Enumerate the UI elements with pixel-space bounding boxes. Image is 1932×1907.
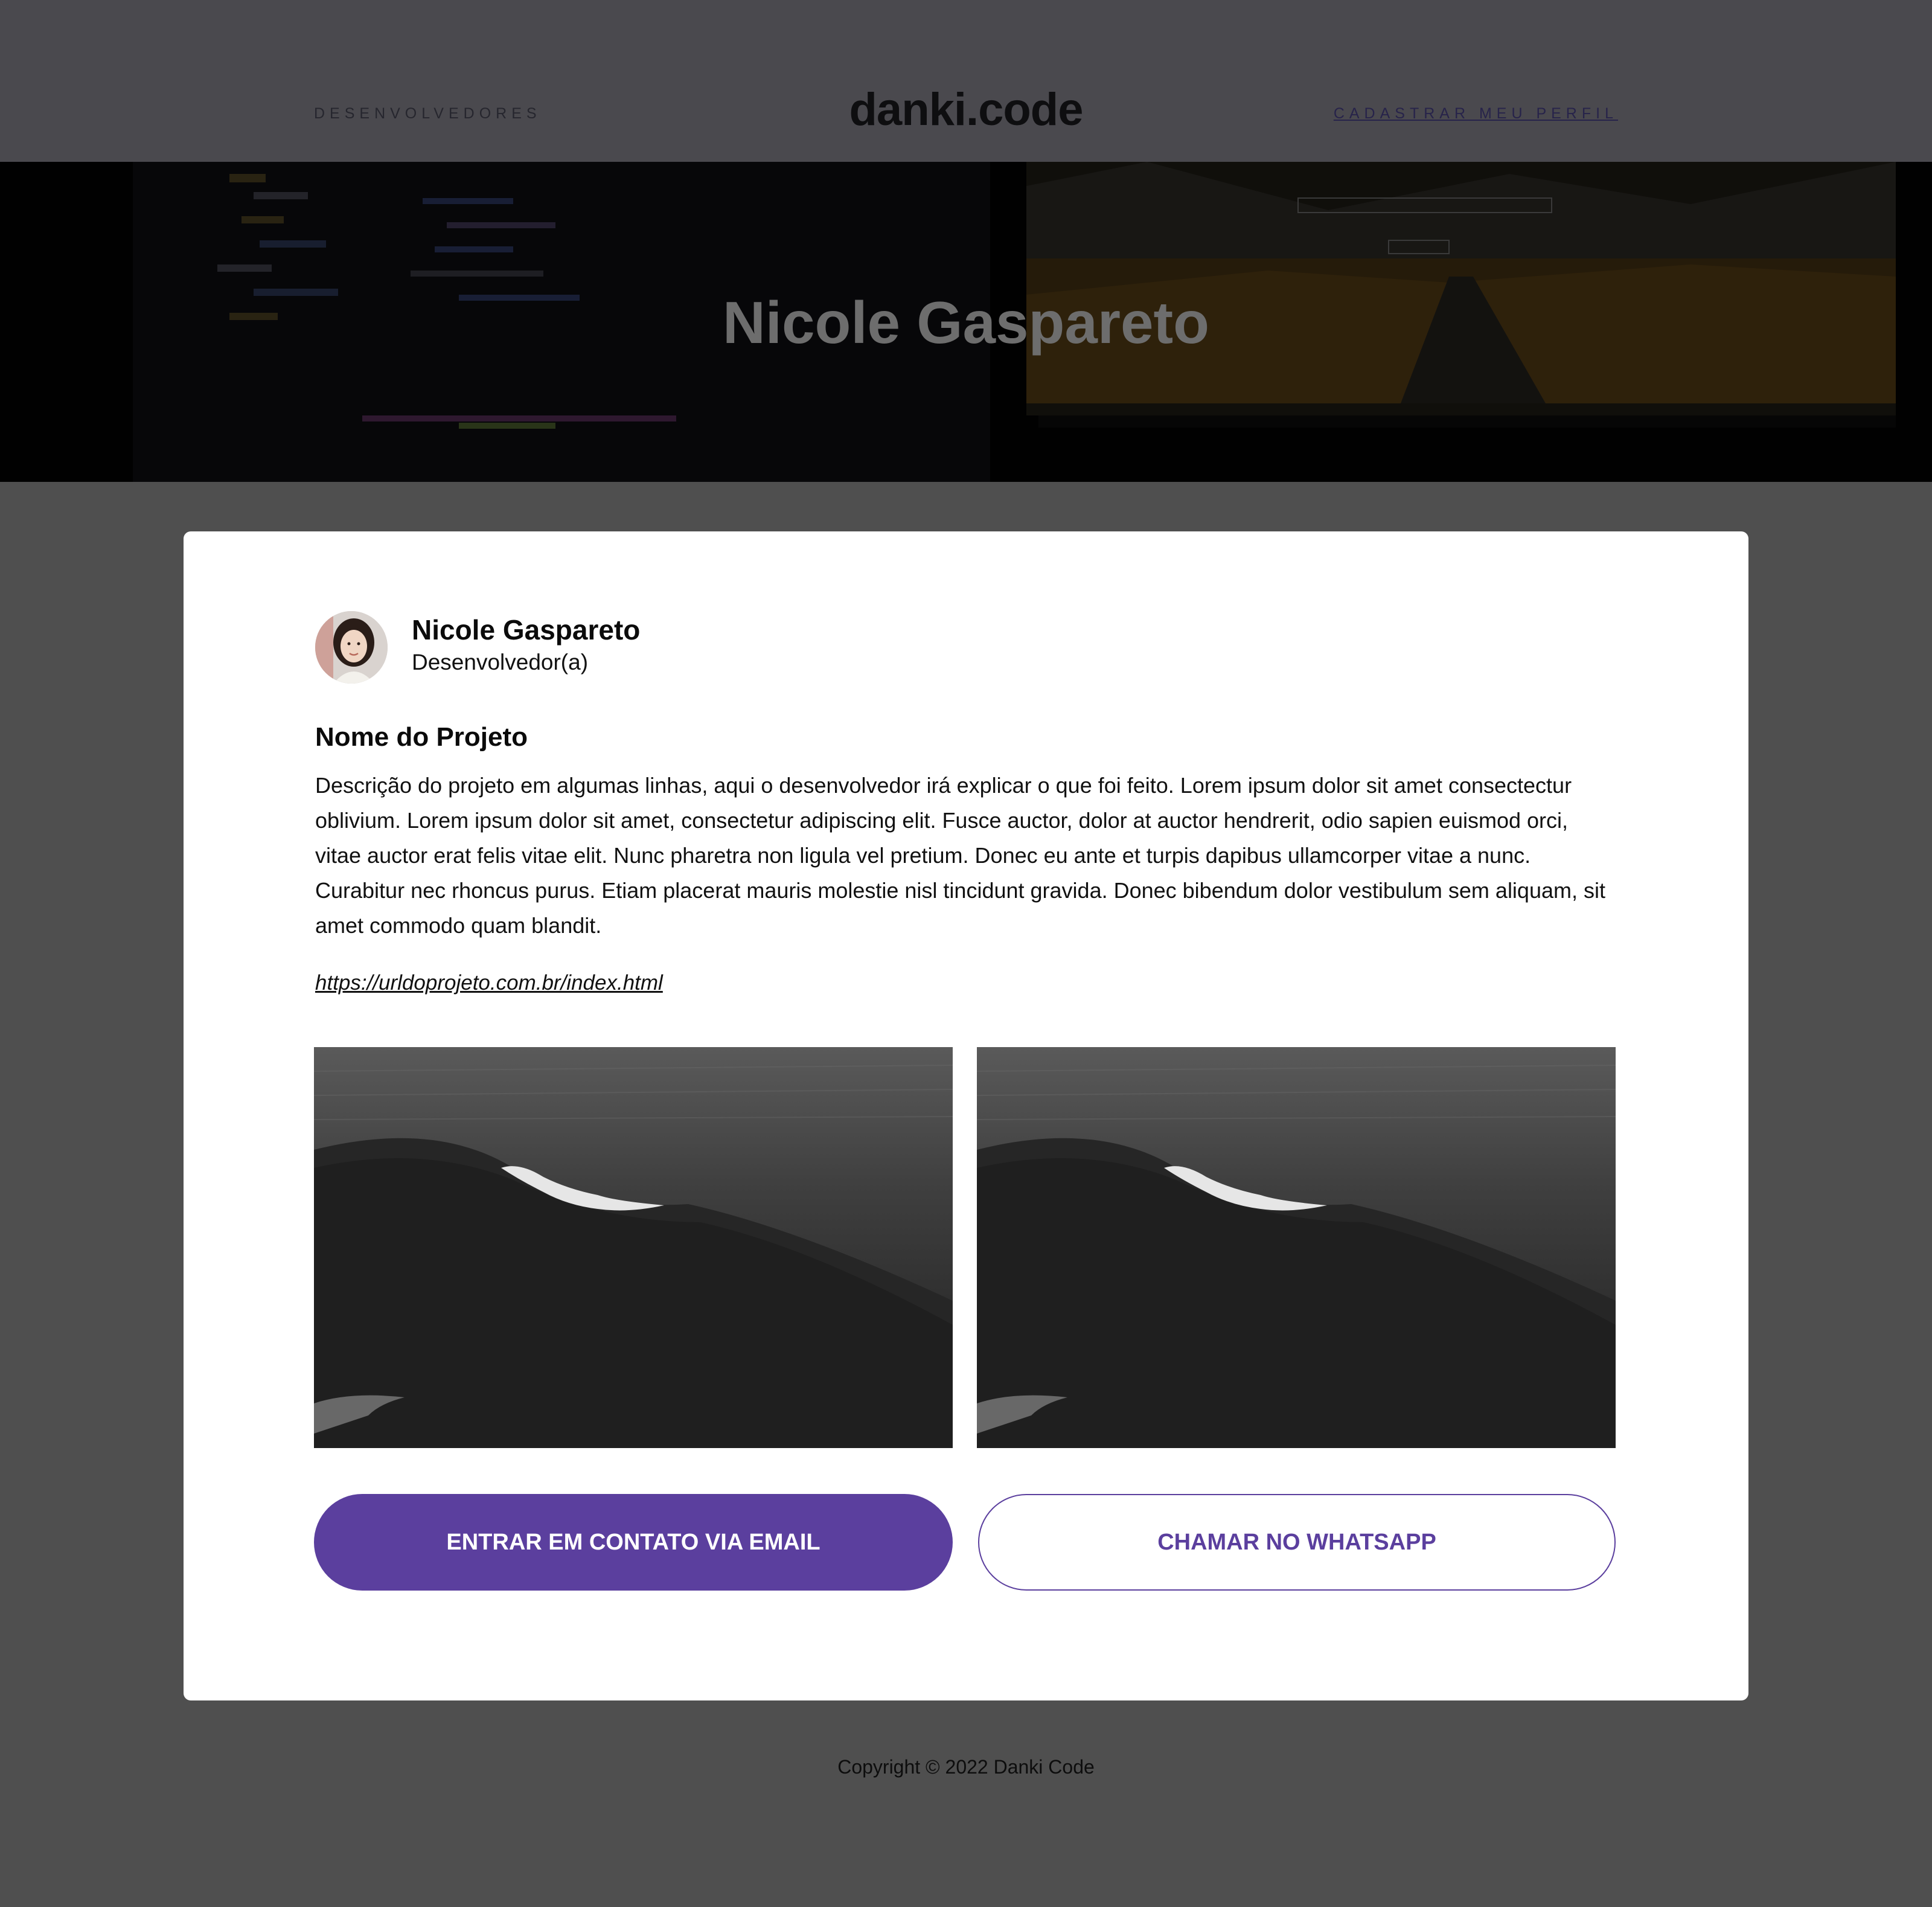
footer-copyright: Copyright © 2022 Danki Code xyxy=(837,1756,1095,1778)
project-card: Nicole Gaspareto Desenvolvedor(a) Nome d… xyxy=(184,531,1748,1700)
project-description: Descrição do projeto em algumas linhas, … xyxy=(315,773,1605,938)
contact-email-button[interactable]: ENTRAR EM CONTATO VIA EMAIL xyxy=(314,1494,953,1591)
developer-name: Nicole Gaspareto xyxy=(412,614,641,646)
developer-avatar xyxy=(315,611,388,684)
brand-logo[interactable]: danki.code xyxy=(0,83,1932,136)
hero-banner: Nicole Gaspareto xyxy=(0,162,1932,482)
hero-title: Nicole Gaspareto xyxy=(722,289,1210,356)
project-title: Nome do Projeto xyxy=(315,722,528,752)
nav-link-cadastrar-perfil[interactable]: CADASTRAR MEU PERFIL xyxy=(1334,105,1618,123)
top-navigation-bar: DESENVOLVEDORES danki.code CADASTRAR MEU… xyxy=(0,0,1932,162)
whatsapp-button[interactable]: CHAMAR NO WHATSAPP xyxy=(978,1494,1616,1591)
project-screenshot-2[interactable] xyxy=(977,1047,1616,1448)
developer-role: Desenvolvedor(a) xyxy=(412,650,589,675)
project-screenshot-1[interactable] xyxy=(314,1047,953,1448)
project-url-link[interactable]: https://urldoprojeto.com.br/index.html xyxy=(315,971,663,995)
